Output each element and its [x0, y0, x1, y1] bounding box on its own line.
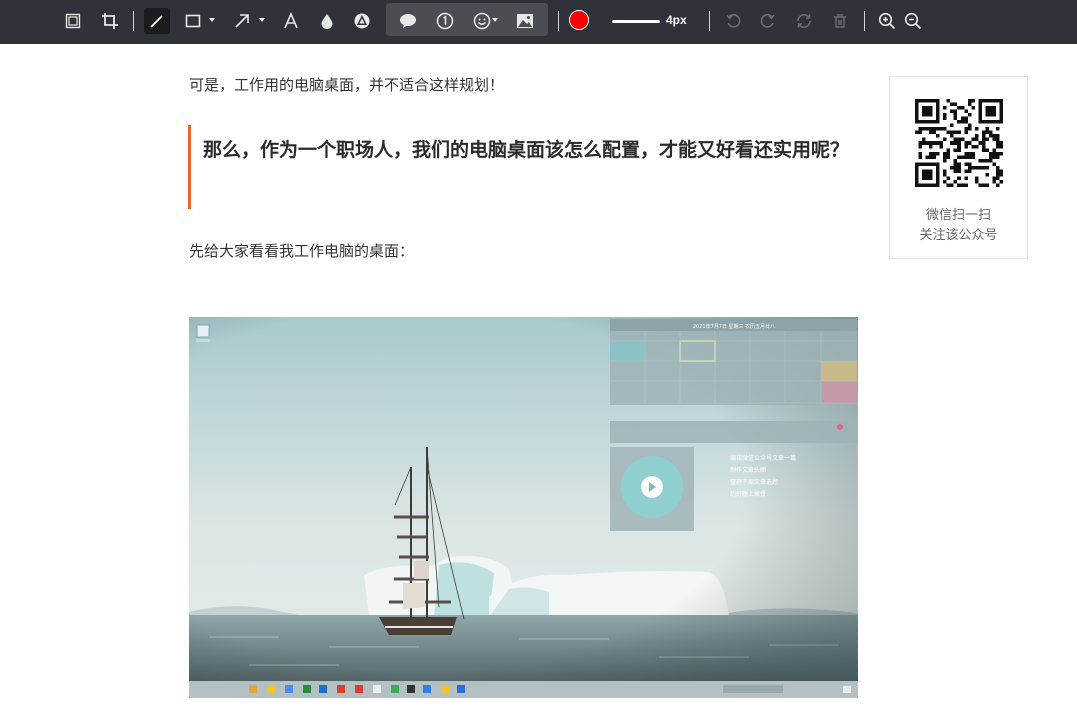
droplet-icon[interactable]	[314, 8, 340, 34]
stroke-width-label: 4px	[666, 13, 687, 27]
note-line: 约好晚上聚餐	[730, 490, 766, 498]
speech-bubble-icon[interactable]	[395, 8, 421, 34]
note-line: 制作文章头图	[730, 466, 766, 474]
highlight-quote: 那么，作为一个职场人，我们的电脑桌面该怎么配置，才能又好看还实用呢？	[188, 125, 863, 209]
number-circle-icon[interactable]	[432, 8, 458, 34]
text-icon[interactable]	[278, 8, 304, 34]
toolbar-separator	[864, 11, 865, 31]
arrow-icon[interactable]	[229, 8, 255, 34]
color-swatch[interactable]	[569, 10, 589, 30]
note-line: 整理下周文章选题	[730, 478, 778, 486]
zoom-out-icon[interactable]	[900, 8, 926, 34]
desktop-screenshot: 2021年7月7日 星期三 农历五月廿八 编辑微信公众号文章一篇 制作文章头图 …	[189, 317, 858, 698]
undo-icon[interactable]	[720, 8, 746, 34]
quote-text: 那么，作为一个职场人，我们的电脑桌面该怎么配置，才能又好看还实用呢？	[203, 139, 850, 161]
crop-icon[interactable]	[97, 8, 123, 34]
calendar-widget: 2021年7月7日 星期三 农历五月廿八	[610, 319, 857, 443]
reset-icon[interactable]	[791, 8, 817, 34]
toolbar-separator	[133, 11, 134, 31]
toolbar-separator	[558, 11, 559, 31]
image-icon[interactable]	[512, 8, 538, 34]
chevron-down-icon[interactable]	[259, 18, 265, 22]
qr-caption-line2: 关注该公众号	[919, 228, 998, 243]
qr-code-card: 微信扫一扫 关注该公众号	[889, 76, 1028, 259]
calendar-title: 2021年7月7日 星期三 农历五月廿八	[693, 323, 775, 330]
taskbar	[189, 681, 858, 698]
redo-icon[interactable]	[755, 8, 781, 34]
annotation-toolbar: 4px	[0, 0, 1077, 44]
music-player-widget	[610, 447, 694, 531]
trash-icon[interactable]	[827, 8, 853, 34]
note-line: 编辑微信公众号文章一篇	[730, 454, 796, 462]
paragraph-1: 可是，工作用的电脑桌面，并不适合这样规划！	[189, 76, 505, 94]
fit-screen-icon[interactable]	[60, 8, 86, 34]
toolbar-separator	[709, 11, 710, 31]
chevron-down-icon[interactable]	[492, 18, 498, 22]
zoom-in-icon[interactable]	[874, 8, 900, 34]
paragraph-2: 先给大家看看我工作电脑的桌面：	[189, 242, 415, 260]
chevron-down-icon[interactable]	[209, 18, 215, 22]
qr-caption-line1: 微信扫一扫	[925, 208, 991, 223]
qr-code-image	[915, 99, 1003, 187]
pen-icon[interactable]	[144, 8, 170, 34]
stroke-width-slider[interactable]	[612, 20, 660, 23]
mosaic-icon[interactable]	[349, 8, 375, 34]
rectangle-icon[interactable]	[180, 8, 206, 34]
